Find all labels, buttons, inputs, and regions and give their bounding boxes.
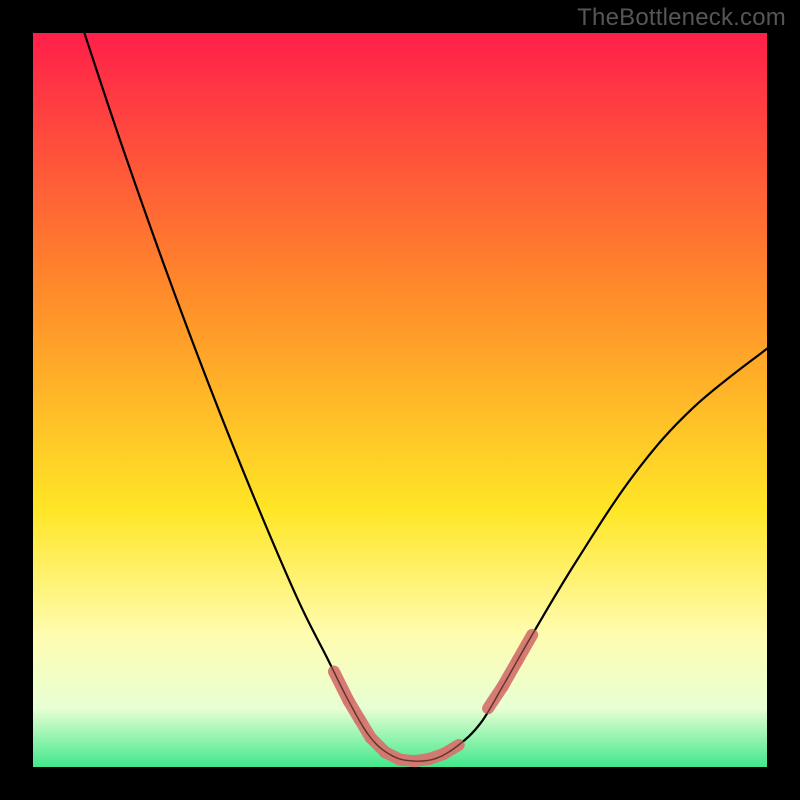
chart-frame: TheBottleneck.com: [0, 0, 800, 800]
bottleneck-chart: [0, 0, 800, 800]
plot-area: [33, 33, 767, 767]
attribution-text: TheBottleneck.com: [577, 4, 786, 32]
